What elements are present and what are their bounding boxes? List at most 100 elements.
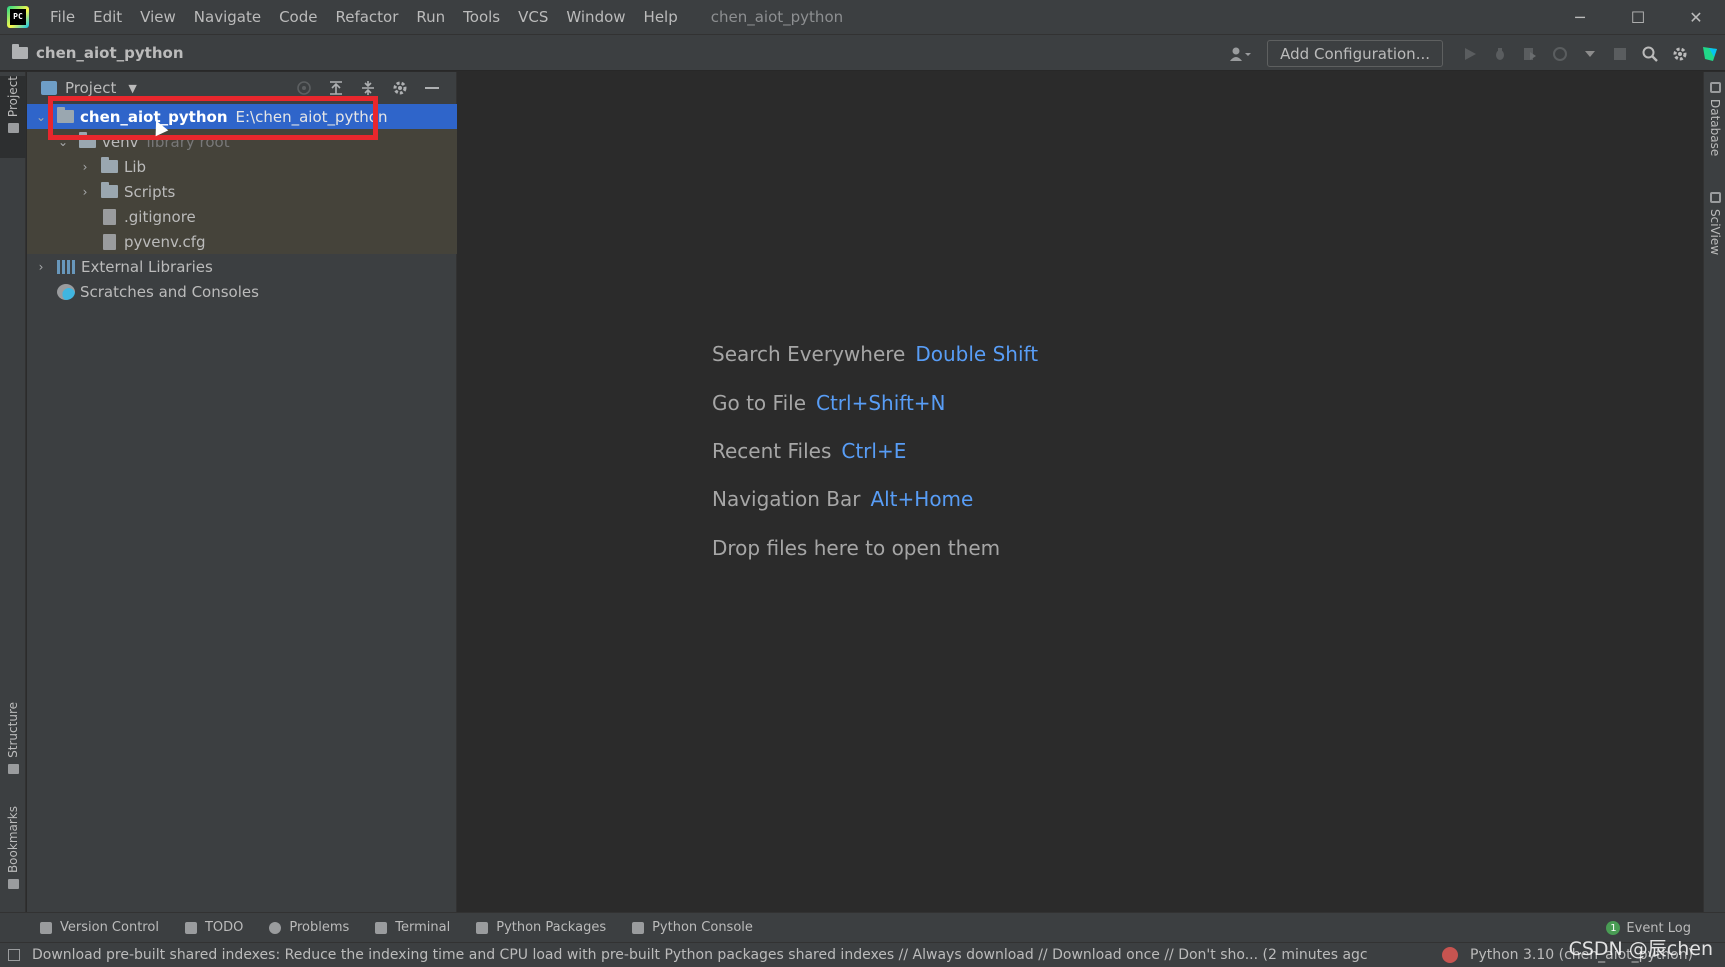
menu-window[interactable]: Window <box>557 0 634 34</box>
tree-item-scripts[interactable]: › Scripts <box>27 179 457 204</box>
status-message[interactable]: Download pre-built shared indexes: Reduc… <box>32 947 1422 963</box>
pycharm-logo-icon: PC <box>7 6 29 28</box>
collapsed-arrow-icon[interactable]: › <box>33 260 49 274</box>
project-folder-icon <box>7 123 19 134</box>
menu-edit[interactable]: Edit <box>84 0 131 34</box>
project-panel-header: Project ▼ <box>27 72 456 104</box>
menu-navigate[interactable]: Navigate <box>185 0 270 34</box>
sciview-icon <box>1709 192 1721 203</box>
collapsed-arrow-icon[interactable]: › <box>77 160 93 174</box>
bottom-tool-bar: Version Control TODO Problems Terminal P… <box>0 912 1725 942</box>
tree-item-venv[interactable]: ⌄ venv library root <box>27 129 457 154</box>
editor-area[interactable]: Search Everywhere Double Shift Go to File… <box>458 72 1702 912</box>
structure-icon <box>7 763 19 774</box>
menu-vcs[interactable]: VCS <box>509 0 557 34</box>
tab-problems[interactable]: Problems <box>269 920 349 935</box>
menu-refactor[interactable]: Refactor <box>326 0 407 34</box>
tab-python-packages[interactable]: Python Packages <box>476 920 606 935</box>
project-tool-window: Project ▼ ⌄ chen_aiot_python E:\chen_aio… <box>27 72 457 912</box>
main-toolbar: Add Configuration... <box>1225 35 1725 72</box>
menu-view[interactable]: View <box>131 0 185 34</box>
tree-item-label: .gitignore <box>124 207 196 226</box>
window-controls: ─ ☐ ✕ <box>1551 0 1725 34</box>
python-console-icon <box>632 921 645 934</box>
left-tool-strip: Project Structure Bookmarks <box>0 72 26 912</box>
user-account-icon[interactable] <box>1225 39 1255 69</box>
run-icon[interactable] <box>1455 39 1485 69</box>
project-tool-tab[interactable]: Project <box>0 76 26 158</box>
library-root-note: library root <box>146 132 230 151</box>
interpreter-warning-icon <box>1442 947 1458 963</box>
tree-item-pyvenv[interactable]: pyvenv.cfg <box>27 229 457 254</box>
expand-all-icon[interactable] <box>320 74 352 102</box>
tree-item-label: External Libraries <box>81 257 213 276</box>
toggle-tool-windows-icon[interactable] <box>8 949 20 961</box>
tree-item-label: venv <box>102 132 139 151</box>
title-bar: PC File Edit View Navigate Code Refactor… <box>0 0 1725 34</box>
bookmarks-tool-tab[interactable]: Bookmarks <box>0 806 26 896</box>
gitignore-file-icon <box>103 208 116 225</box>
expanded-arrow-icon[interactable]: ⌄ <box>33 110 49 124</box>
folder-icon <box>12 43 28 59</box>
expanded-arrow-icon[interactable]: ⌄ <box>55 135 71 149</box>
tree-item-root[interactable]: ⌄ chen_aiot_python E:\chen_aiot_python <box>27 104 457 129</box>
hint-go-to-file: Go to File Ctrl+Shift+N <box>712 391 946 415</box>
tree-item-external-libraries[interactable]: › External Libraries <box>27 254 457 279</box>
menu-code[interactable]: Code <box>270 0 326 34</box>
packages-icon <box>476 921 489 934</box>
tree-item-lib[interactable]: › Lib <box>27 154 457 179</box>
menu-run[interactable]: Run <box>407 0 454 34</box>
tree-item-label: Scratches and Consoles <box>80 282 259 301</box>
hint-drop-files: Drop files here to open them <box>712 536 1001 560</box>
database-tool-tab[interactable]: Database <box>1704 78 1725 156</box>
tree-item-gitignore[interactable]: .gitignore <box>27 204 457 229</box>
folder-icon <box>57 107 74 123</box>
coverage-icon[interactable] <box>1515 39 1545 69</box>
bookmark-icon <box>7 879 19 890</box>
watermark: CSDN @辰chen <box>1568 938 1713 960</box>
tree-item-label: Scripts <box>124 182 176 201</box>
tree-item-label: pyvenv.cfg <box>124 232 206 251</box>
list-icon <box>184 921 197 934</box>
sciview-tool-tab[interactable]: SciView <box>1704 182 1725 255</box>
tab-python-console[interactable]: Python Console <box>632 920 753 935</box>
project-view-selector[interactable]: Project <box>65 79 116 97</box>
tree-item-label: Lib <box>124 157 147 176</box>
tab-terminal[interactable]: Terminal <box>375 920 450 935</box>
menu-help[interactable]: Help <box>635 0 687 34</box>
close-button[interactable]: ✕ <box>1667 0 1725 34</box>
tab-version-control[interactable]: Version Control <box>40 920 159 935</box>
minimize-button[interactable]: ─ <box>1551 0 1609 34</box>
collapsed-arrow-icon[interactable]: › <box>77 185 93 199</box>
stop-icon[interactable] <box>1605 39 1635 69</box>
tab-todo[interactable]: TODO <box>184 920 243 935</box>
breadcrumb-project[interactable]: chen_aiot_python <box>36 44 184 62</box>
settings-gear-icon[interactable] <box>1665 39 1695 69</box>
tree-item-scratches[interactable]: Scratches and Consoles <box>27 279 457 304</box>
collapse-all-icon[interactable] <box>352 74 384 102</box>
event-count-badge: 1 <box>1606 921 1621 935</box>
profile-icon[interactable] <box>1545 39 1575 69</box>
chevron-down-icon[interactable]: ▼ <box>128 82 136 95</box>
structure-tool-tab[interactable]: Structure <box>0 702 26 784</box>
add-configuration-button[interactable]: Add Configuration... <box>1267 40 1443 67</box>
window-title: chen_aiot_python <box>710 8 844 26</box>
hide-panel-icon[interactable] <box>416 74 448 102</box>
menu-file[interactable]: File <box>41 0 84 34</box>
folder-icon <box>79 132 96 148</box>
hint-navigation-bar: Navigation Bar Alt+Home <box>712 487 974 511</box>
maximize-button[interactable]: ☐ <box>1609 0 1667 34</box>
search-icon[interactable] <box>1635 39 1665 69</box>
branch-icon <box>40 921 52 934</box>
gear-icon[interactable] <box>384 74 416 102</box>
scratches-icon <box>57 283 75 300</box>
chevron-down-icon[interactable] <box>1575 39 1605 69</box>
database-icon <box>1709 82 1721 93</box>
locate-file-icon[interactable] <box>288 74 320 102</box>
menu-tools[interactable]: Tools <box>454 0 509 34</box>
config-file-icon <box>103 233 116 250</box>
panel-toolbar <box>288 72 448 104</box>
debug-icon[interactable] <box>1485 39 1515 69</box>
plugin-logo-icon[interactable] <box>1695 39 1725 69</box>
hint-recent-files: Recent Files Ctrl+E <box>712 439 907 463</box>
